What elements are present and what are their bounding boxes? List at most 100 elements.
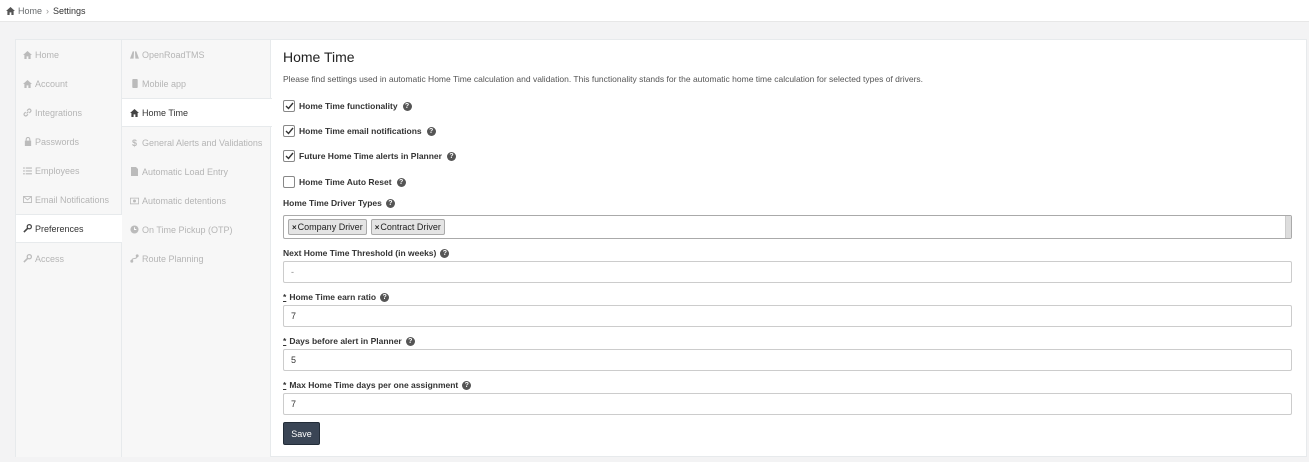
driver-type-tag: × Company Driver <box>288 219 367 235</box>
breadcrumb-current: Settings <box>53 5 86 16</box>
home-time-functionality-checkbox[interactable] <box>283 100 295 112</box>
driver-types-multiselect[interactable]: × Company Driver × Contract Driver <box>283 215 1292 239</box>
nav-item-account[interactable]: Account <box>16 69 121 98</box>
nav-item-automatic-load-entry[interactable]: Automatic Load Entry <box>122 157 270 186</box>
lock-icon <box>23 137 32 146</box>
nav-item-home-time[interactable]: Home Time <box>122 98 272 127</box>
nav-item-label: Home <box>35 49 60 60</box>
field-label: Max Home Time days per one assignment <box>289 380 459 390</box>
clock-icon <box>130 225 139 234</box>
driver-types-label: Home Time Driver Types ? <box>283 198 395 208</box>
route-icon <box>130 254 139 263</box>
nav-item-label: Automatic Load Entry <box>142 166 229 177</box>
future-home-time-alerts-checkbox[interactable] <box>283 150 295 162</box>
breadcrumb-home-link[interactable]: Home <box>6 6 42 16</box>
nav-item-employees[interactable]: Employees <box>16 156 121 185</box>
help-icon[interactable]: ? <box>380 292 390 302</box>
help-icon[interactable]: ? <box>446 151 456 161</box>
days-before-alert-label: * Days before alert in Planner ? <box>283 336 415 346</box>
home-time-auto-reset-row: Home Time Auto Reset ? <box>283 176 406 188</box>
multiselect-scrollbar[interactable] <box>1285 216 1291 238</box>
nav-item-label: Route Planning <box>142 253 204 264</box>
breadcrumb: Home › Settings <box>0 0 1309 22</box>
nav-item-label: Integrations <box>35 107 83 118</box>
nav-item-integrations[interactable]: Integrations <box>16 98 121 127</box>
home-time-auto-reset-checkbox[interactable] <box>283 176 295 188</box>
page-description: Please find settings used in automatic H… <box>283 74 924 84</box>
nav-item-label: General Alerts and Validations <box>142 137 263 148</box>
threshold-label: Next Home Time Threshold (in weeks) ? <box>283 248 450 258</box>
field-label: Home Time Driver Types <box>283 198 382 208</box>
nav-item-preferences[interactable]: Preferences <box>16 214 123 243</box>
field-label: Days before alert in Planner <box>289 336 402 346</box>
home-icon <box>23 50 32 59</box>
max-days-label: * Max Home Time days per one assignment … <box>283 380 472 390</box>
help-icon[interactable]: ? <box>396 177 406 187</box>
nav-item-route-planning[interactable]: Route Planning <box>122 244 270 273</box>
home-time-email-notifications-row: Home Time email notifications ? <box>283 125 436 137</box>
save-button[interactable]: Save <box>283 422 320 445</box>
wrench-icon <box>23 224 32 233</box>
required-mark: * <box>283 292 287 302</box>
help-icon[interactable]: ? <box>440 248 450 258</box>
checkbox-label: Home Time email notifications <box>299 126 422 136</box>
nav-item-label: Preferences <box>35 223 84 234</box>
home-icon <box>23 79 32 88</box>
nav-item-automatic-detentions[interactable]: Automatic detentions <box>122 186 270 215</box>
home-time-email-notifications-checkbox[interactable] <box>283 125 295 137</box>
required-mark: * <box>283 336 287 346</box>
driver-type-tag: × Contract Driver <box>370 219 445 235</box>
nav-item-access[interactable]: Access <box>16 244 121 273</box>
field-label: Home Time earn ratio <box>289 292 377 302</box>
nav-item-passwords[interactable]: Passwords <box>16 127 121 156</box>
settings-primary-nav: Home Account Integrations Passwords Empl… <box>16 40 123 457</box>
nav-item-label: Account <box>35 78 68 89</box>
envelope-icon <box>23 195 32 204</box>
nav-item-email-notifications[interactable]: Email Notifications <box>16 185 121 214</box>
earn-ratio-label: * Home Time earn ratio ? <box>283 292 390 302</box>
max-days-input[interactable]: 7 <box>283 393 1292 415</box>
nav-item-label: Email Notifications <box>35 194 110 205</box>
home-icon <box>6 6 15 15</box>
remove-tag-icon[interactable]: × <box>375 223 380 232</box>
help-icon[interactable]: ? <box>426 126 436 136</box>
nav-item-label: On Time Pickup (OTP) <box>142 224 233 235</box>
tag-label: Company Driver <box>297 222 363 232</box>
home-icon <box>130 108 139 117</box>
remove-tag-icon[interactable]: × <box>292 223 297 232</box>
earn-ratio-input[interactable]: 7 <box>283 305 1292 327</box>
help-icon[interactable]: ? <box>385 198 395 208</box>
threshold-input[interactable]: - <box>283 261 1292 283</box>
nav-item-home[interactable]: Home <box>16 40 121 69</box>
nav-item-openroadtms[interactable]: OpenRoadTMS <box>122 40 270 69</box>
nav-item-on-time-pickup[interactable]: On Time Pickup (OTP) <box>122 215 270 244</box>
tag-label: Contract Driver <box>380 222 441 232</box>
nav-item-label: Passwords <box>35 136 80 147</box>
settings-secondary-nav: OpenRoadTMS Mobile app Home Time $ Gener… <box>122 40 272 457</box>
days-before-alert-input[interactable]: 5 <box>283 349 1292 371</box>
help-icon[interactable]: ? <box>402 101 412 111</box>
checkbox-label: Future Home Time alerts in Planner <box>299 151 442 161</box>
checkbox-label: Home Time Auto Reset <box>299 177 392 187</box>
checkbox-label: Home Time functionality <box>299 101 398 111</box>
chevron-right-icon: › <box>46 5 50 16</box>
help-icon[interactable]: ? <box>462 380 472 390</box>
nav-item-general-alerts[interactable]: $ General Alerts and Validations <box>122 128 270 157</box>
road-icon <box>130 50 139 59</box>
link-icon <box>23 108 32 117</box>
help-icon[interactable]: ? <box>405 336 415 346</box>
settings-panel: Home Account Integrations Passwords Empl… <box>15 39 1307 457</box>
future-home-time-alerts-row: Future Home Time alerts in Planner ? <box>283 150 456 162</box>
nav-item-label: Employees <box>35 165 80 176</box>
home-time-functionality-row: Home Time functionality ? <box>283 100 412 112</box>
nav-item-label: Automatic detentions <box>142 195 227 206</box>
home-time-form: Home Time Please find settings used in a… <box>283 40 1307 457</box>
breadcrumb-home-label: Home <box>18 5 43 16</box>
nav-item-label: Home Time <box>142 107 189 118</box>
required-mark: * <box>283 380 287 390</box>
nav-item-label: Mobile app <box>142 78 187 89</box>
page-title: Home Time <box>283 49 355 65</box>
mobile-icon <box>130 79 139 88</box>
nav-item-mobile-app[interactable]: Mobile app <box>122 69 270 98</box>
dollar-icon: $ <box>131 137 137 148</box>
